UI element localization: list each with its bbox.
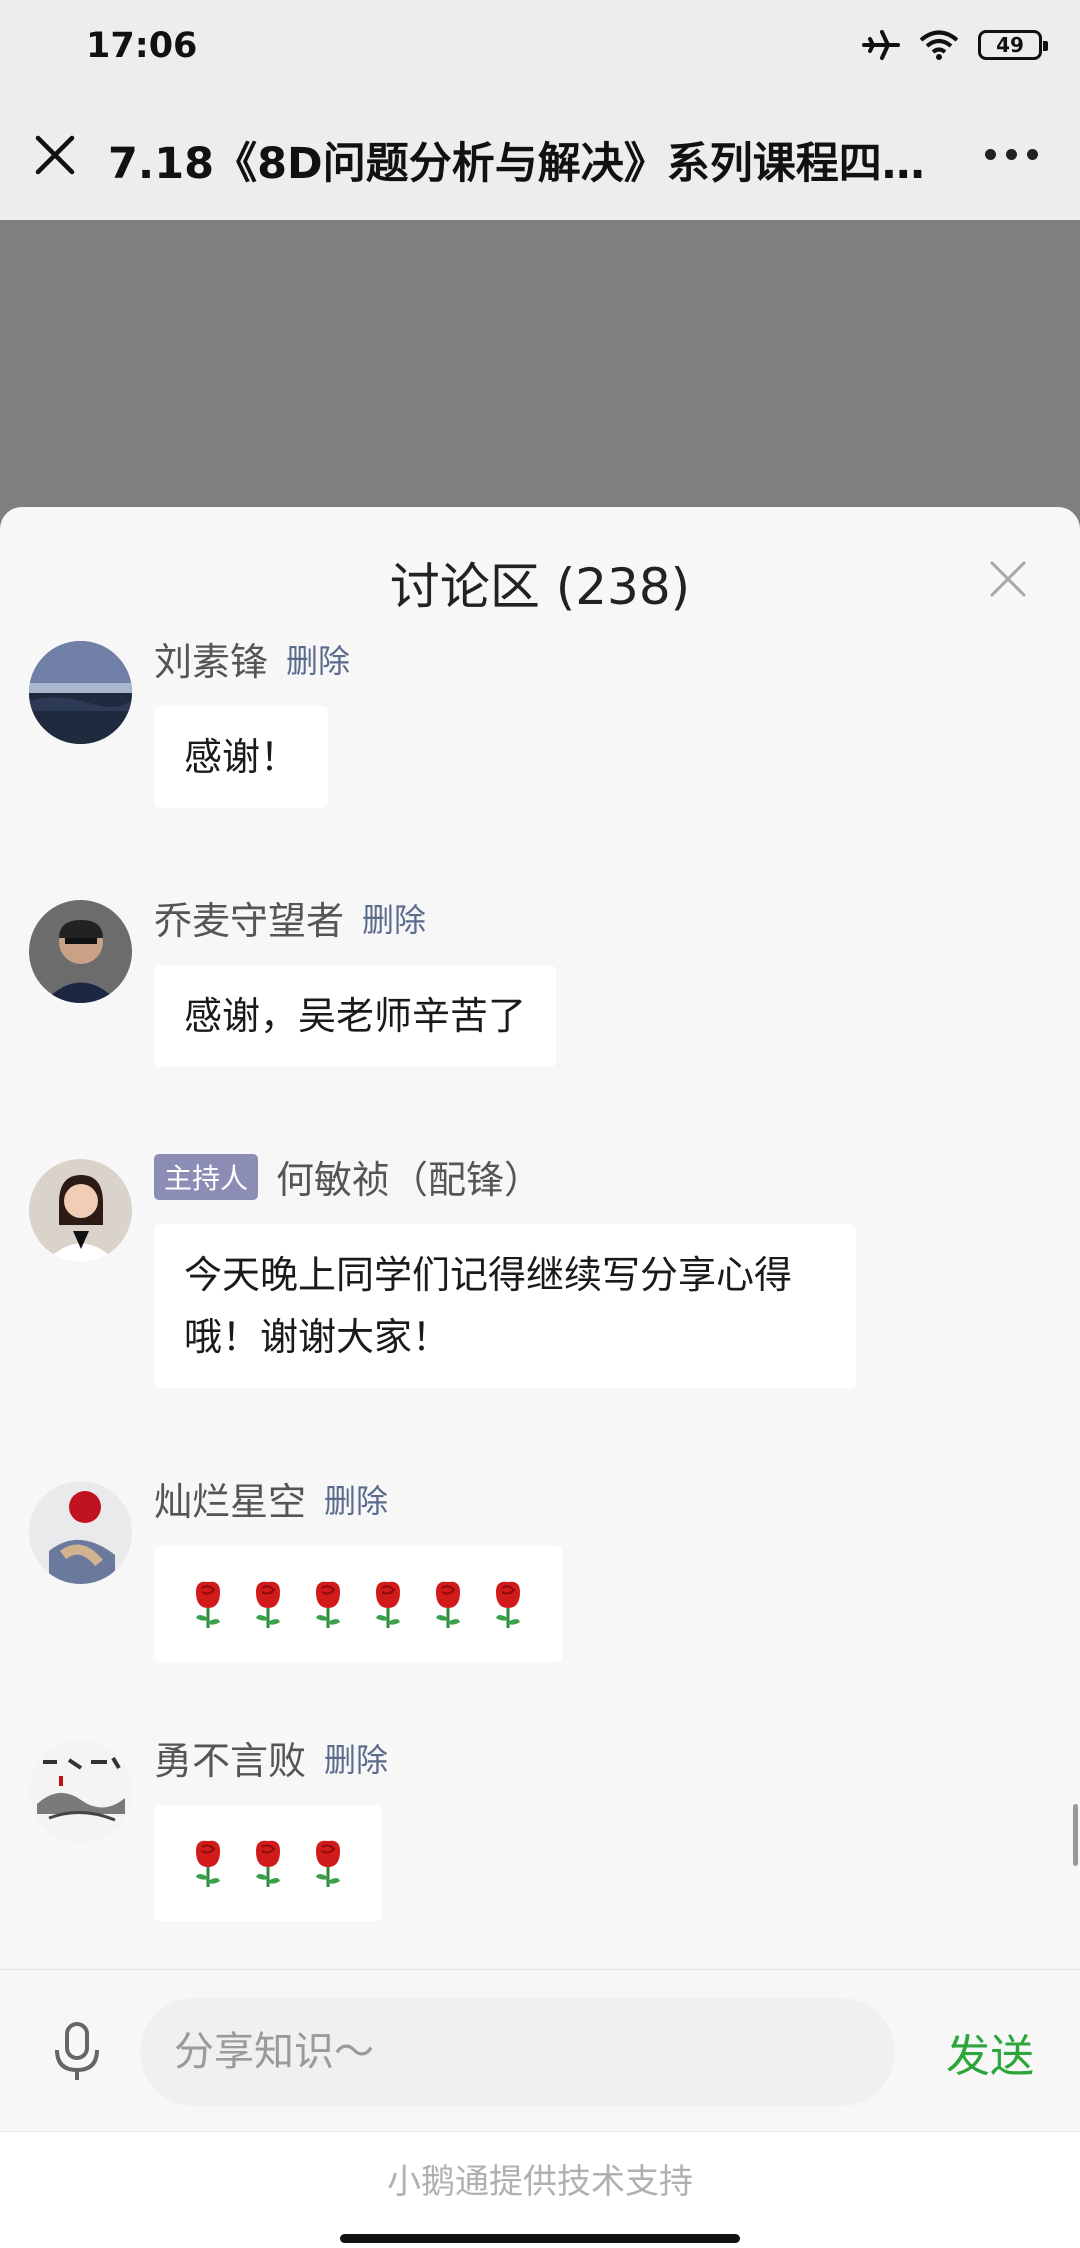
avatar[interactable] bbox=[29, 1481, 132, 1584]
airplane-icon bbox=[862, 30, 900, 60]
close-icon[interactable] bbox=[30, 130, 80, 180]
username: 勇不言败 bbox=[154, 1739, 307, 1783]
avatar[interactable] bbox=[29, 1740, 132, 1843]
comment-input-box[interactable] bbox=[140, 1998, 895, 2106]
comment-input[interactable] bbox=[174, 2029, 895, 2075]
name-row: 灿烂星空 删除 bbox=[154, 1471, 388, 1526]
message-text: 感谢！ bbox=[184, 735, 299, 779]
avatar[interactable] bbox=[29, 900, 132, 1003]
avatar[interactable] bbox=[29, 641, 132, 744]
rose-icon bbox=[188, 1578, 228, 1630]
rose-icon bbox=[188, 1837, 228, 1889]
home-indicator[interactable] bbox=[340, 2234, 740, 2243]
page-title: 7.18《8D问题分析与解决》系列课程四《… bbox=[108, 139, 958, 189]
rose-icon bbox=[248, 1837, 288, 1889]
delete-link[interactable]: 删除 bbox=[286, 636, 350, 682]
rose-icon bbox=[368, 1578, 408, 1630]
rose-icon bbox=[428, 1578, 468, 1630]
battery-level: 49 bbox=[996, 33, 1024, 57]
message-list[interactable]: 刘素锋 删除 感谢！ 乔麦守望者 删除 感谢，吴老师辛苦了 主持人 何敏祯（配锋… bbox=[0, 631, 1080, 1971]
nav-bar: 7.18《8D问题分析与解决》系列课程四《… bbox=[0, 95, 1080, 220]
message-bubble: 感谢！ bbox=[154, 706, 329, 808]
send-button[interactable]: 发送 bbox=[946, 2020, 1034, 2084]
footer-text: 小鹅通提供技术支持 bbox=[387, 2162, 693, 2202]
emoji-row bbox=[188, 1827, 348, 1899]
rose-icon bbox=[248, 1578, 288, 1630]
name-row: 主持人 何敏祯（配锋） bbox=[154, 1149, 542, 1204]
microphone-icon[interactable] bbox=[50, 2022, 104, 2082]
battery-icon: 49 bbox=[978, 30, 1048, 60]
username: 何敏祯（配锋） bbox=[276, 1158, 543, 1202]
delete-link[interactable]: 删除 bbox=[324, 1735, 388, 1781]
wifi-icon bbox=[919, 30, 959, 60]
status-time: 17:06 bbox=[86, 26, 198, 66]
name-row: 勇不言败 删除 bbox=[154, 1730, 388, 1785]
message-bubble bbox=[154, 1805, 382, 1921]
name-row: 刘素锋 删除 bbox=[154, 631, 350, 686]
host-badge: 主持人 bbox=[154, 1153, 259, 1200]
more-icon[interactable] bbox=[985, 149, 1038, 160]
message-text-line: 哦！谢谢大家！ bbox=[184, 1315, 451, 1359]
message-bubble: 今天晚上同学们记得继续写分享心得 哦！谢谢大家！ bbox=[154, 1224, 856, 1388]
status-icons: 49 bbox=[862, 28, 1048, 62]
panel-header: 讨论区 (238) bbox=[0, 507, 1080, 631]
panel-title: 讨论区 (238) bbox=[389, 558, 691, 616]
rose-icon bbox=[308, 1578, 348, 1630]
panel-close-icon[interactable] bbox=[988, 559, 1028, 599]
message-bubble: 感谢，吴老师辛苦了 bbox=[154, 965, 557, 1067]
emoji-row bbox=[188, 1568, 528, 1640]
status-bar: 17:06 49 bbox=[0, 0, 1080, 95]
avatar[interactable] bbox=[29, 1159, 132, 1262]
input-area: 发送 bbox=[0, 1969, 1080, 2131]
scrollbar[interactable] bbox=[1073, 1804, 1078, 1866]
message-bubble bbox=[154, 1546, 562, 1662]
name-row: 乔麦守望者 删除 bbox=[154, 890, 426, 945]
username: 刘素锋 bbox=[154, 640, 269, 684]
username: 灿烂星空 bbox=[154, 1480, 307, 1524]
message-text: 感谢，吴老师辛苦了 bbox=[184, 994, 527, 1038]
delete-link[interactable]: 删除 bbox=[362, 895, 426, 941]
delete-link[interactable]: 删除 bbox=[324, 1476, 388, 1522]
discussion-panel: 讨论区 (238) 刘素锋 删除 感谢！ 乔麦守望者 删除 感谢，吴老师辛苦了 … bbox=[0, 507, 1080, 2248]
rose-icon bbox=[308, 1837, 348, 1889]
footer: 小鹅通提供技术支持 bbox=[0, 2131, 1080, 2248]
username: 乔麦守望者 bbox=[154, 899, 345, 943]
message-text-line: 今天晚上同学们记得继续写分享心得 bbox=[184, 1253, 793, 1297]
rose-icon bbox=[488, 1578, 528, 1630]
